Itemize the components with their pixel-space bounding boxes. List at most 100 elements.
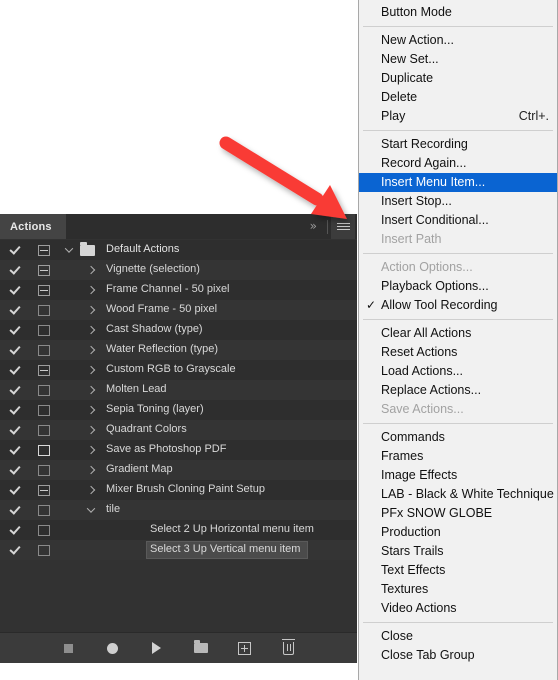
- menu-item[interactable]: Load Actions...: [359, 362, 557, 381]
- dialog-toggle[interactable]: [30, 264, 58, 276]
- panel-menu-icon[interactable]: [331, 214, 355, 239]
- new-set-button[interactable]: [193, 640, 209, 656]
- disclosure-triangle[interactable]: [80, 447, 102, 453]
- disclosure-triangle[interactable]: [80, 307, 102, 313]
- action-enabled-checkbox[interactable]: [0, 385, 30, 396]
- action-row[interactable]: Sepia Toning (layer): [0, 400, 357, 420]
- action-row[interactable]: Default Actions: [0, 240, 357, 260]
- action-enabled-checkbox[interactable]: [0, 345, 30, 356]
- disclosure-triangle[interactable]: [80, 507, 102, 513]
- stop-button[interactable]: [61, 640, 77, 656]
- action-row[interactable]: Cast Shadow (type): [0, 320, 357, 340]
- dialog-toggle[interactable]: [30, 244, 58, 256]
- action-enabled-checkbox[interactable]: [0, 525, 30, 536]
- disclosure-triangle[interactable]: [80, 487, 102, 493]
- disclosure-triangle[interactable]: [80, 287, 102, 293]
- dialog-toggle[interactable]: [30, 344, 58, 356]
- menu-item[interactable]: Insert Stop...: [359, 192, 557, 211]
- menu-item[interactable]: Reset Actions: [359, 343, 557, 362]
- action-enabled-checkbox[interactable]: [0, 405, 30, 416]
- dialog-toggle[interactable]: [30, 484, 58, 496]
- menu-item[interactable]: Play Ctrl+.: [359, 107, 557, 126]
- action-row[interactable]: tile: [0, 500, 357, 520]
- collapse-panel-icon[interactable]: »: [306, 214, 324, 239]
- menu-item[interactable]: ✓ Allow Tool Recording: [359, 296, 557, 315]
- action-row[interactable]: Wood Frame - 50 pixel: [0, 300, 357, 320]
- menu-item[interactable]: LAB - Black & White Technique: [359, 485, 557, 504]
- play-button[interactable]: [149, 640, 165, 656]
- actions-list[interactable]: Default Actions Vignette (selection) Frame…: [0, 239, 357, 632]
- menu-item[interactable]: Delete: [359, 88, 557, 107]
- disclosure-triangle[interactable]: [80, 267, 102, 273]
- menu-item[interactable]: Close: [359, 627, 557, 646]
- menu-item[interactable]: Commands: [359, 428, 557, 447]
- dialog-toggle[interactable]: [30, 404, 58, 416]
- action-row[interactable]: Quadrant Colors: [0, 420, 357, 440]
- new-action-button[interactable]: [237, 640, 253, 656]
- action-row[interactable]: Water Reflection (type): [0, 340, 357, 360]
- menu-item[interactable]: Text Effects: [359, 561, 557, 580]
- dialog-toggle[interactable]: [30, 464, 58, 476]
- record-button[interactable]: [105, 640, 121, 656]
- dialog-toggle[interactable]: [30, 524, 58, 536]
- menu-item[interactable]: PFx SNOW GLOBE: [359, 504, 557, 523]
- menu-item[interactable]: Production: [359, 523, 557, 542]
- menu-item[interactable]: New Set...: [359, 50, 557, 69]
- actions-panel-context-menu[interactable]: Button Mode New Action... New Set... Duplic…: [358, 0, 558, 680]
- menu-item[interactable]: Image Effects: [359, 466, 557, 485]
- action-enabled-checkbox[interactable]: [0, 325, 30, 336]
- menu-item[interactable]: Button Mode: [359, 3, 557, 22]
- disclosure-triangle[interactable]: [80, 327, 102, 333]
- action-enabled-checkbox[interactable]: [0, 265, 30, 276]
- menu-item[interactable]: Replace Actions...: [359, 381, 557, 400]
- action-row[interactable]: Custom RGB to Grayscale: [0, 360, 357, 380]
- dialog-toggle[interactable]: [30, 324, 58, 336]
- action-enabled-checkbox[interactable]: [0, 445, 30, 456]
- action-enabled-checkbox[interactable]: [0, 545, 30, 556]
- disclosure-triangle[interactable]: [80, 427, 102, 433]
- menu-item[interactable]: Duplicate: [359, 69, 557, 88]
- menu-item[interactable]: Insert Menu Item...: [359, 173, 557, 192]
- dialog-toggle[interactable]: [30, 504, 58, 516]
- menu-item[interactable]: Start Recording: [359, 135, 557, 154]
- menu-item[interactable]: Textures: [359, 580, 557, 599]
- disclosure-triangle[interactable]: [80, 367, 102, 373]
- action-enabled-checkbox[interactable]: [0, 505, 30, 516]
- action-enabled-checkbox[interactable]: [0, 465, 30, 476]
- action-row[interactable]: Mixer Brush Cloning Paint Setup: [0, 480, 357, 500]
- action-enabled-checkbox[interactable]: [0, 305, 30, 316]
- disclosure-triangle[interactable]: [80, 467, 102, 473]
- menu-item[interactable]: New Action...: [359, 31, 557, 50]
- dialog-toggle[interactable]: [30, 424, 58, 436]
- dialog-toggle[interactable]: [30, 444, 58, 456]
- menu-item[interactable]: Stars Trails: [359, 542, 557, 561]
- menu-item[interactable]: Insert Conditional...: [359, 211, 557, 230]
- action-enabled-checkbox[interactable]: [0, 425, 30, 436]
- disclosure-triangle[interactable]: [80, 387, 102, 393]
- dialog-toggle[interactable]: [30, 284, 58, 296]
- menu-item[interactable]: Clear All Actions: [359, 324, 557, 343]
- dialog-toggle[interactable]: [30, 304, 58, 316]
- disclosure-triangle[interactable]: [80, 407, 102, 413]
- dialog-toggle[interactable]: [30, 364, 58, 376]
- action-row[interactable]: Gradient Map: [0, 460, 357, 480]
- menu-item[interactable]: Video Actions: [359, 599, 557, 618]
- dialog-toggle[interactable]: [30, 544, 58, 556]
- action-enabled-checkbox[interactable]: [0, 485, 30, 496]
- tab-actions[interactable]: Actions: [0, 214, 66, 239]
- delete-button[interactable]: [281, 638, 297, 656]
- disclosure-triangle[interactable]: [80, 347, 102, 353]
- action-row[interactable]: Save as Photoshop PDF: [0, 440, 357, 460]
- disclosure-triangle[interactable]: [58, 247, 80, 253]
- menu-item[interactable]: Playback Options...: [359, 277, 557, 296]
- action-row[interactable]: Vignette (selection): [0, 260, 357, 280]
- action-row[interactable]: Molten Lead: [0, 380, 357, 400]
- action-row[interactable]: Select 2 Up Horizontal menu item: [0, 520, 357, 540]
- menu-item[interactable]: Close Tab Group: [359, 646, 557, 665]
- menu-item[interactable]: Record Again...: [359, 154, 557, 173]
- action-row[interactable]: Frame Channel - 50 pixel: [0, 280, 357, 300]
- action-enabled-checkbox[interactable]: [0, 285, 30, 296]
- action-row[interactable]: Select 3 Up Vertical menu item: [0, 540, 357, 560]
- menu-item[interactable]: Frames: [359, 447, 557, 466]
- action-enabled-checkbox[interactable]: [0, 245, 30, 256]
